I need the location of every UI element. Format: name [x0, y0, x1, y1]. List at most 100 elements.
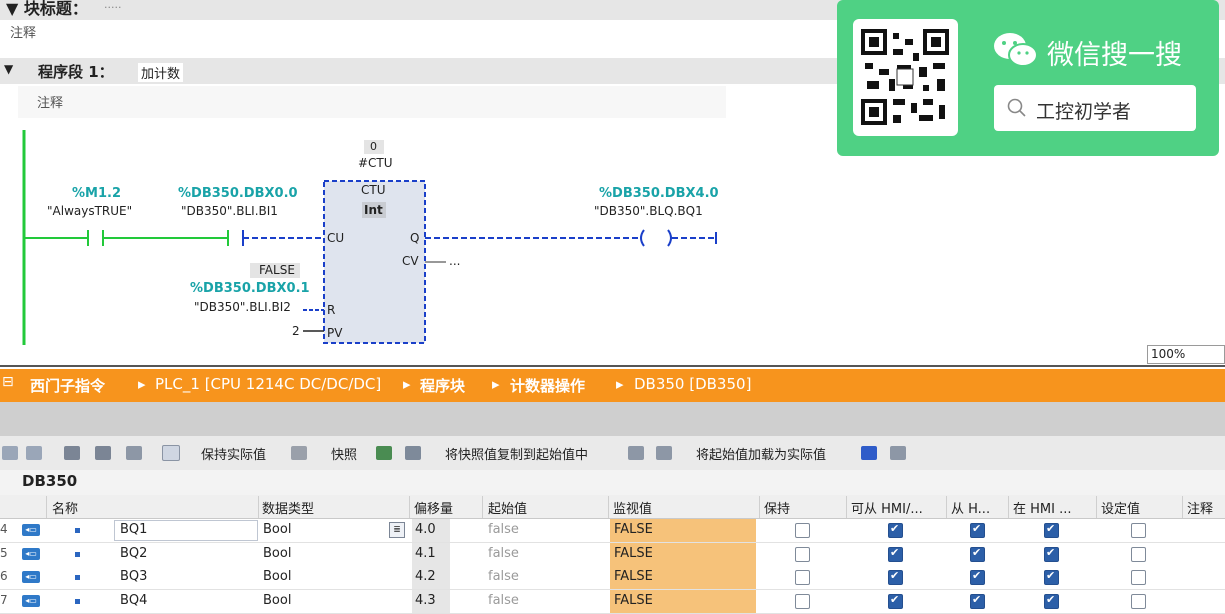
- pv-value[interactable]: 2: [292, 324, 300, 338]
- collapse-all-icon[interactable]: [95, 446, 111, 460]
- var-start-value[interactable]: false: [488, 569, 519, 584]
- hmi1-checkbox[interactable]: [888, 569, 903, 585]
- setpoint-checkbox[interactable]: [1131, 546, 1146, 562]
- upload-icon[interactable]: [890, 446, 906, 460]
- breadcrumb-item-plc[interactable]: PLC_1 [CPU 1214C DC/DC/DC]: [155, 375, 381, 393]
- download-icon[interactable]: [861, 446, 877, 460]
- col-divider: [482, 496, 483, 518]
- hmi2-checkbox[interactable]: [970, 546, 985, 562]
- hmi2-checkbox[interactable]: [970, 593, 985, 609]
- contact1-name[interactable]: "AlwaysTRUE": [47, 204, 132, 218]
- row-number: 7: [0, 592, 8, 607]
- var-type[interactable]: Bool: [263, 546, 291, 561]
- var-name[interactable]: BQ2: [120, 546, 147, 561]
- breadcrumb-item-blocks[interactable]: 程序块: [420, 375, 465, 396]
- hmi3-checkbox[interactable]: [1044, 522, 1059, 538]
- table-row[interactable]: 6 ◂▭ BQ3 Bool 4.2 false FALSE: [0, 566, 1225, 590]
- var-name[interactable]: BQ1: [120, 522, 147, 537]
- var-type[interactable]: Bool: [263, 593, 291, 608]
- insert-row-icon[interactable]: [2, 446, 18, 460]
- splitter[interactable]: [0, 365, 1225, 367]
- zoom-field[interactable]: 100%: [1147, 345, 1225, 364]
- setpoint-checkbox[interactable]: [1131, 523, 1146, 538]
- load-start-button[interactable]: 将起始值加载为实际值: [696, 444, 826, 463]
- coil-address[interactable]: %DB350.DBX4.0: [599, 186, 719, 201]
- hmi1-checkbox[interactable]: [888, 593, 903, 609]
- col-comment[interactable]: 注释: [1187, 498, 1213, 517]
- retain-checkbox[interactable]: [795, 523, 810, 538]
- col-hmi-visible[interactable]: 在 HMI ...: [1013, 498, 1072, 517]
- col-divider: [1008, 496, 1009, 518]
- col-name[interactable]: 名称: [52, 498, 78, 517]
- breadcrumb-item-db[interactable]: DB350 [DB350]: [634, 375, 751, 393]
- var-name[interactable]: BQ4: [120, 593, 147, 608]
- copy-icon[interactable]: [405, 446, 421, 460]
- hmi3-checkbox[interactable]: [1044, 593, 1059, 609]
- dropdown-list-icon[interactable]: ≣: [389, 522, 405, 538]
- snapshot-icon[interactable]: [291, 446, 307, 460]
- setpoint-checkbox[interactable]: [1131, 593, 1146, 609]
- setpoint-checkbox[interactable]: [1131, 570, 1146, 585]
- col-setpoint[interactable]: 设定值: [1101, 498, 1140, 517]
- retain-checkbox[interactable]: [795, 570, 810, 585]
- var-offset: 4.1: [412, 542, 450, 566]
- var-offset: 4.2: [412, 566, 450, 589]
- var-offset: 4.0: [412, 519, 450, 542]
- col-start-value[interactable]: 起始值: [488, 498, 527, 517]
- hmi1-checkbox[interactable]: [888, 522, 903, 538]
- expand-icon[interactable]: [64, 446, 80, 460]
- keep-actual-button[interactable]: 保持实际值: [201, 444, 266, 463]
- col-divider: [846, 496, 847, 518]
- block-dtype[interactable]: Int: [364, 203, 383, 217]
- copy-snapshot-button[interactable]: 将快照值复制到起始值中: [445, 444, 588, 463]
- retain-checkbox[interactable]: [795, 546, 810, 562]
- r-address[interactable]: %DB350.DBX0.1: [190, 281, 310, 296]
- var-name[interactable]: BQ3: [120, 569, 147, 584]
- breadcrumb-item-counter[interactable]: 计数器操作: [510, 375, 585, 396]
- hmi1-checkbox[interactable]: [888, 546, 903, 562]
- coil-name[interactable]: "DB350".BLQ.BQ1: [594, 204, 703, 218]
- add-row-icon[interactable]: [26, 446, 42, 460]
- hmi2-checkbox[interactable]: [970, 569, 985, 585]
- col-retain[interactable]: 保持: [764, 498, 790, 517]
- instance-name[interactable]: #CTU: [358, 156, 393, 170]
- var-start-value[interactable]: false: [488, 593, 519, 608]
- wechat-search-box[interactable]: 工控初学者: [994, 85, 1196, 131]
- var-start-value[interactable]: false: [488, 546, 519, 561]
- col-hmi-write[interactable]: 从 H...: [951, 498, 990, 517]
- breadcrumb-item-project[interactable]: 西门子指令: [30, 375, 105, 396]
- col-hmi-access[interactable]: 可从 HMI/...: [851, 498, 923, 517]
- hmi2-checkbox[interactable]: [970, 522, 985, 538]
- snapshot-button[interactable]: 快照: [331, 444, 357, 463]
- pin-q: Q: [410, 231, 420, 245]
- copy-snapshot-icon[interactable]: [376, 446, 392, 460]
- col-datatype[interactable]: 数据类型: [262, 498, 314, 517]
- hmi3-checkbox[interactable]: [1044, 569, 1059, 585]
- table-row[interactable]: 4 ◂▭ BQ1 Bool ≣ 4.0 false FALSE: [0, 519, 1225, 543]
- col-offset[interactable]: 偏移量: [414, 498, 453, 517]
- table-row[interactable]: 5 ◂▭ BQ2 Bool 4.1 false FALSE: [0, 542, 1225, 567]
- contact2-name[interactable]: "DB350".BLI.BI1: [181, 204, 278, 218]
- list-icon[interactable]: [126, 446, 142, 460]
- col-monitor-value[interactable]: 监视值: [613, 498, 652, 517]
- r-name[interactable]: "DB350".BLI.BI2: [194, 300, 291, 314]
- load-icon[interactable]: [628, 446, 644, 460]
- qr-code: [853, 19, 958, 136]
- var-type[interactable]: Bool: [263, 522, 291, 537]
- monitor-toggle-icon[interactable]: [162, 445, 180, 461]
- pin-cu: CU: [327, 231, 345, 245]
- db-toolbar: 保持实际值 快照 将快照值复制到起始值中 将起始值加载为实际值: [0, 436, 1225, 470]
- cv-value[interactable]: ...: [449, 254, 460, 268]
- contact2-address[interactable]: %DB350.DBX0.0: [178, 186, 298, 201]
- breadcrumb: ⊟ 西门子指令 ▸ PLC_1 [CPU 1214C DC/DC/DC] ▸ 程…: [0, 369, 1225, 402]
- output-tag-icon: ◂▭: [22, 571, 40, 583]
- var-start-value[interactable]: false: [488, 522, 519, 537]
- pin-pv: PV: [327, 326, 343, 340]
- hmi3-checkbox[interactable]: [1044, 546, 1059, 562]
- var-type[interactable]: Bool: [263, 569, 291, 584]
- pin-cv: CV: [402, 254, 419, 268]
- load-all-icon[interactable]: [656, 446, 672, 460]
- contact1-address[interactable]: %M1.2: [72, 186, 121, 201]
- retain-checkbox[interactable]: [795, 593, 810, 609]
- window-icon: ⊟: [2, 374, 14, 390]
